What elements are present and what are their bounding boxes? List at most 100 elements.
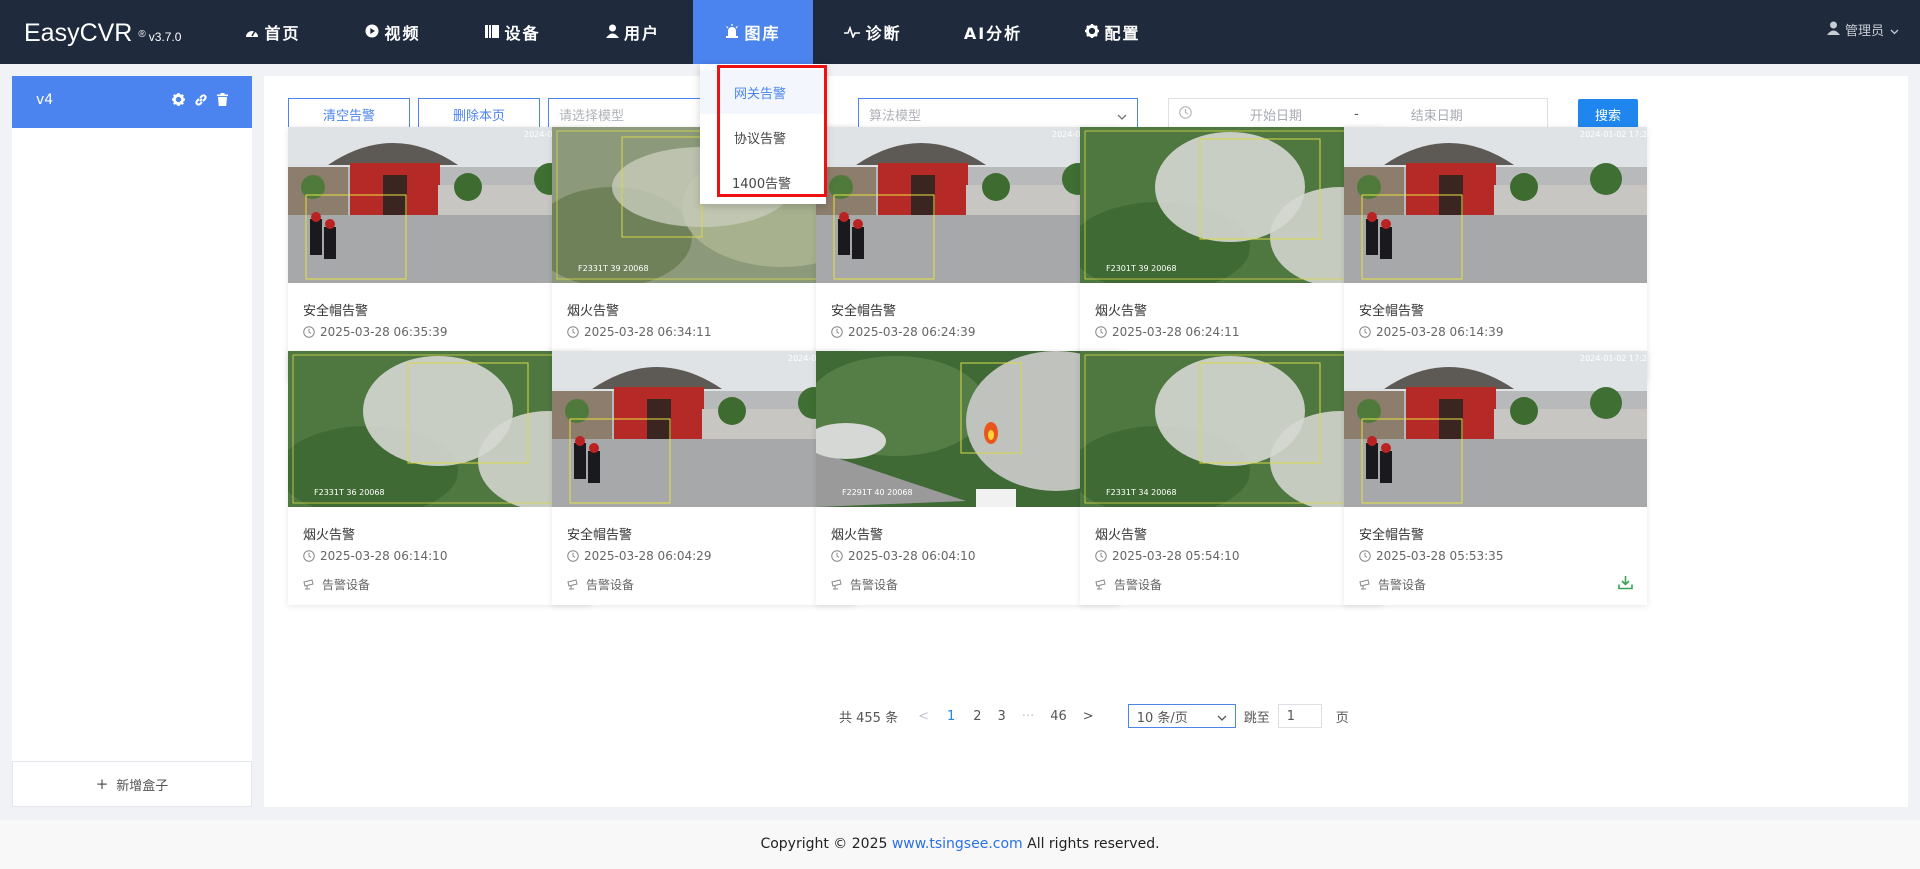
alarm-card[interactable]: 2024-01-02 17:23 安全帽告警 2025-03-28 06:24:39… <box>816 127 1119 381</box>
page-ellipsis[interactable]: ··· <box>1022 709 1034 724</box>
user-icon <box>605 23 619 42</box>
alarm-snapshot[interactable]: 2024-01-02 17:23 <box>816 127 1119 283</box>
page-3[interactable]: 3 <box>998 709 1006 724</box>
pagination: 共 455 条 < 1 2 3 ··· 46 > 10 条/页 跳至 1 页 <box>839 704 1349 728</box>
device-icon <box>485 23 500 42</box>
goto-input[interactable]: 1 <box>1277 704 1322 728</box>
clock-icon <box>1359 550 1371 562</box>
clock-icon <box>1095 326 1107 338</box>
nav-diagnose-label: 诊断 <box>865 24 902 43</box>
nav-ai-analysis[interactable]: AI分析 <box>933 0 1053 64</box>
alarm-device: 告警设备 <box>850 578 899 592</box>
nav-gallery[interactable]: 图库 <box>693 0 813 64</box>
user-menu[interactable]: 管理员 <box>1826 0 1904 64</box>
sidebar-item-device[interactable]: v4 <box>12 76 252 128</box>
clock-icon <box>303 550 315 562</box>
alarm-snapshot[interactable]: 2024-01-02 17:23 <box>1344 351 1647 507</box>
clock-icon <box>1179 105 1192 123</box>
alarm-snapshot[interactable]: F2301T 39 20068 <box>1080 127 1383 283</box>
brand-version-wrap: ® v3.7.0 <box>138 29 181 44</box>
page-size-select[interactable]: 10 条/页 <box>1127 704 1236 728</box>
camera-icon <box>1359 579 1372 590</box>
nav-diagnose[interactable]: 诊断 <box>813 0 933 64</box>
nav-device[interactable]: 设备 <box>453 0 573 64</box>
search-button-label: 搜索 <box>1594 108 1621 124</box>
menu-item-1400-alarm[interactable]: 1400告警 <box>700 160 826 204</box>
nav-user[interactable]: 用户 <box>573 0 693 64</box>
alarm-time: 2025-03-28 05:53:35 <box>1376 549 1504 563</box>
alarm-time-row: 2025-03-28 06:24:39 <box>831 325 975 339</box>
algorithm-select-placeholder: 算法模型 <box>869 108 922 124</box>
brand-name: EasyCVR <box>24 19 133 47</box>
alarm-time: 2025-03-28 05:54:10 <box>1112 549 1240 563</box>
nav-config[interactable]: 配置 <box>1053 0 1173 64</box>
clear-alarms-button[interactable]: 清空告警 <box>288 98 410 130</box>
alarm-card[interactable]: 2024-01-02 17:23 安全帽告警 2025-03-28 06:35:39… <box>288 127 591 381</box>
page-1[interactable]: 1 <box>947 709 955 724</box>
alarm-snapshot[interactable]: 2024-01-02 17:23 <box>288 127 591 283</box>
camera-icon <box>303 579 316 590</box>
brand-logo[interactable]: EasyCVR ® v3.7.0 <box>24 0 181 64</box>
alarm-card[interactable]: F2331T 34 20068 烟火告警 2025-03-28 05:54:10 告警… <box>1080 351 1383 605</box>
alarm-snapshot[interactable]: 2024-01-02 17:23 <box>552 351 855 507</box>
start-date-input[interactable]: 开始日期 <box>1250 105 1302 124</box>
nav-video[interactable]: 视频 <box>333 0 453 64</box>
prev-page-button[interactable]: < <box>918 709 929 724</box>
alarm-card[interactable]: 2024-01-02 17:23 安全帽告警 2025-03-28 06:14:39… <box>1344 127 1647 381</box>
menu-item-protocol-alarm[interactable]: 协议告警 <box>700 115 826 159</box>
alarm-time: 2025-03-28 06:14:39 <box>1376 325 1504 339</box>
link-icon[interactable] <box>194 93 208 111</box>
clock-icon <box>567 326 579 338</box>
nav-home-label: 首页 <box>264 24 301 43</box>
alarm-time: 2025-03-28 06:24:39 <box>848 325 976 339</box>
delete-page-button[interactable]: 删除本页 <box>418 98 540 130</box>
add-box-button[interactable]: + 新增盒子 <box>12 761 252 807</box>
alarm-title: 安全帽告警 <box>303 304 369 319</box>
alarm-title: 安全帽告警 <box>567 528 633 543</box>
alarm-card[interactable]: F2291T 40 20068 烟火告警 2025-03-28 06:04:10 告警… <box>816 351 1119 605</box>
nav-home[interactable]: 首页 <box>213 0 333 64</box>
clock-icon <box>1359 326 1371 338</box>
date-separator: - <box>1354 106 1359 122</box>
algorithm-model-select[interactable]: 算法模型 <box>858 98 1138 130</box>
nav-gallery-label: 图库 <box>744 24 781 43</box>
alarm-time: 2025-03-28 06:34:11 <box>584 325 712 339</box>
alarm-time: 2025-03-28 06:04:10 <box>848 549 976 563</box>
download-icon[interactable] <box>1618 575 1633 594</box>
play-circle-icon <box>365 23 379 42</box>
footer: Copyright © 2025 www.tsingsee.com All ri… <box>0 820 1920 869</box>
alarm-time-row: 2025-03-28 06:34:11 <box>567 325 711 339</box>
alarm-card[interactable]: F2331T 36 20068 烟火告警 2025-03-28 06:14:10 告警… <box>288 351 591 605</box>
search-button[interactable]: 搜索 <box>1578 99 1638 129</box>
next-page-button[interactable]: > <box>1083 709 1094 724</box>
alarm-device-row: 告警设备 <box>303 576 370 593</box>
alarm-card[interactable]: 2024-01-02 17:23 安全帽告警 2025-03-28 05:53:35… <box>1344 351 1647 605</box>
trash-icon[interactable] <box>217 93 228 111</box>
nav-user-label: 用户 <box>623 24 660 43</box>
end-date-input[interactable]: 结束日期 <box>1411 105 1463 124</box>
device-name: v4 <box>36 92 54 108</box>
page-46[interactable]: 46 <box>1050 709 1067 724</box>
page-2[interactable]: 2 <box>973 709 981 724</box>
footer-prefix: Copyright © 2025 <box>760 836 892 852</box>
alarm-title: 安全帽告警 <box>1359 304 1425 319</box>
alarm-card[interactable]: F2301T 39 20068烟火告警2025-03-28 06:24:11告警… <box>1080 127 1383 381</box>
main-panel: 清空告警 删除本页 请选择模型 算法模型 开始日期 - 结束日期 搜索 2024… <box>264 76 1908 807</box>
alarm-title: 安全帽告警 <box>1359 528 1425 543</box>
gear-icon <box>1085 23 1100 42</box>
alarm-snapshot[interactable]: F2331T 34 20068 <box>1080 351 1383 507</box>
date-range-picker[interactable]: 开始日期 - 结束日期 <box>1168 98 1548 130</box>
gear-icon[interactable] <box>172 93 185 111</box>
plus-icon: + <box>95 775 109 793</box>
alarm-time: 2025-03-28 06:14:10 <box>320 549 448 563</box>
goto-label: 跳至 <box>1243 710 1270 726</box>
alarm-card[interactable]: 2024-01-02 17:23 安全帽告警 2025-03-28 06:04:29… <box>552 351 855 605</box>
alarm-snapshot[interactable]: F2291T 40 20068 <box>816 351 1119 507</box>
alarm-time: 2025-03-28 06:35:39 <box>320 325 448 339</box>
alarm-snapshot[interactable]: F2331T 36 20068 <box>288 351 591 507</box>
menu-item-gateway-alarm[interactable]: 网关告警 <box>700 70 826 114</box>
model-select[interactable]: 请选择模型 <box>548 98 708 130</box>
svg-text:F2291T 40 20068: F2291T 40 20068 <box>842 488 913 497</box>
footer-link[interactable]: www.tsingsee.com <box>892 836 1023 852</box>
alarm-snapshot[interactable]: 2024-01-02 17:23 <box>1344 127 1647 283</box>
